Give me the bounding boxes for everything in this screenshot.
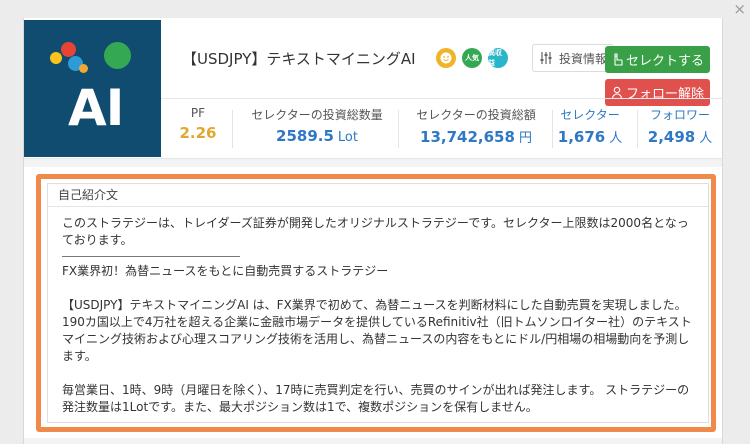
stat-separator — [398, 110, 399, 148]
stat-amount-value: 13,742,658 — [420, 128, 515, 146]
stat-lot-label: セレクターの投資総数量 — [251, 108, 383, 122]
stat-separator — [637, 110, 638, 148]
select-button-label: セレクトする — [625, 54, 704, 69]
select-button[interactable]: セレクトする — [605, 46, 710, 73]
stat-lot-value-row: 2589.5 Lot — [242, 127, 392, 145]
logo-dot-red — [61, 42, 76, 57]
badge-group: 人気 高収益 — [436, 48, 508, 68]
invest-info-button[interactable]: 投資情報 — [532, 44, 614, 72]
intro-spacer — [62, 280, 694, 297]
unfollow-button[interactable]: フォロー解除 — [605, 79, 710, 106]
unfollow-button-label: フォロー解除 — [625, 87, 704, 102]
stat-selector-unit: 人 — [609, 131, 623, 146]
self-introduction-card: 自己紹介文 このストラテジーは、トレイダーズ証券が開発したオリジナルストラテジー… — [47, 183, 709, 423]
select-hand-icon — [614, 53, 623, 66]
header-bottom-band — [24, 158, 722, 167]
stat-selector-value: 1,676 — [557, 128, 606, 146]
modal-bottom-band — [24, 438, 722, 444]
intro-heading: 自己紹介文 — [48, 184, 708, 207]
intro-paragraph-2: FX業界初！為替ニュースをもとに自動売買するストラテジー — [62, 264, 389, 278]
logo-dot-yellow — [50, 52, 62, 64]
popular-badge-icon: 人気 — [462, 48, 482, 68]
stat-follower-label[interactable]: フォロワー — [642, 106, 718, 123]
strategy-title: 【USDJPY】テキストマイニングAI — [182, 50, 416, 68]
logo-text: AI — [68, 79, 124, 137]
face-badge-icon — [436, 48, 456, 68]
strategy-detail-modal: AI 【USDJPY】テキストマイニングAI 人気 高収益 投資情報 セレクトす… — [23, 18, 723, 444]
stat-separator — [232, 110, 233, 148]
strategy-logo: AI — [24, 20, 161, 157]
stat-follower-unit: 人 — [699, 131, 713, 146]
stat-pf: PF 2.26 — [178, 106, 218, 142]
stat-separator — [552, 110, 553, 148]
stat-follower-value-row: 2,498 人 — [642, 127, 718, 146]
close-icon[interactable]: × — [733, 0, 746, 18]
stat-pf-value: 2.26 — [179, 124, 217, 142]
stats-divider — [161, 98, 722, 99]
intro-body: このストラテジーは、トレイダーズ証券が開発したオリジナルストラテジーです。セレク… — [48, 207, 708, 416]
high-profit-badge-icon: 高収益 — [488, 48, 508, 68]
stat-lot-value: 2589.5 — [276, 127, 334, 145]
stat-follower-value: 2,498 — [647, 128, 696, 146]
stat-amount-value-row: 13,742,658 円 — [406, 127, 546, 146]
intro-paragraph-4: 毎営業日、1時、9時（月曜日を除く）、17時に売買判定を行い、売買のサインが出れ… — [62, 383, 690, 414]
stat-amount-unit: 円 — [518, 131, 532, 146]
stat-lot-unit: Lot — [337, 130, 358, 145]
intro-spacer — [62, 365, 694, 382]
stat-selector-value-row: 1,676 人 — [554, 127, 626, 146]
sliders-icon — [540, 52, 552, 64]
logo-dot-green — [104, 42, 131, 69]
stat-follower[interactable]: フォロワー 2,498 人 — [642, 106, 718, 146]
stat-selector[interactable]: セレクター 1,676 人 — [554, 106, 626, 146]
invest-info-label: 投資情報 — [559, 51, 608, 66]
stat-selector-label[interactable]: セレクター — [554, 106, 626, 123]
intro-paragraph-1: このストラテジーは、トレイダーズ証券が開発したオリジナルストラテジーです。セレク… — [62, 216, 689, 247]
logo-dot-orange — [79, 64, 88, 73]
stat-amount: セレクターの投資総額 13,742,658 円 — [406, 106, 546, 146]
intro-divider — [62, 256, 240, 257]
stat-lot: セレクターの投資総数量 2589.5 Lot — [242, 106, 392, 145]
stat-pf-label: PF — [190, 106, 206, 120]
stat-amount-label: セレクターの投資総額 — [416, 108, 536, 122]
intro-paragraph-3: 【USDJPY】テキストマイニングAI は、FX業界で初めて、為替ニュースを判断… — [62, 298, 692, 363]
